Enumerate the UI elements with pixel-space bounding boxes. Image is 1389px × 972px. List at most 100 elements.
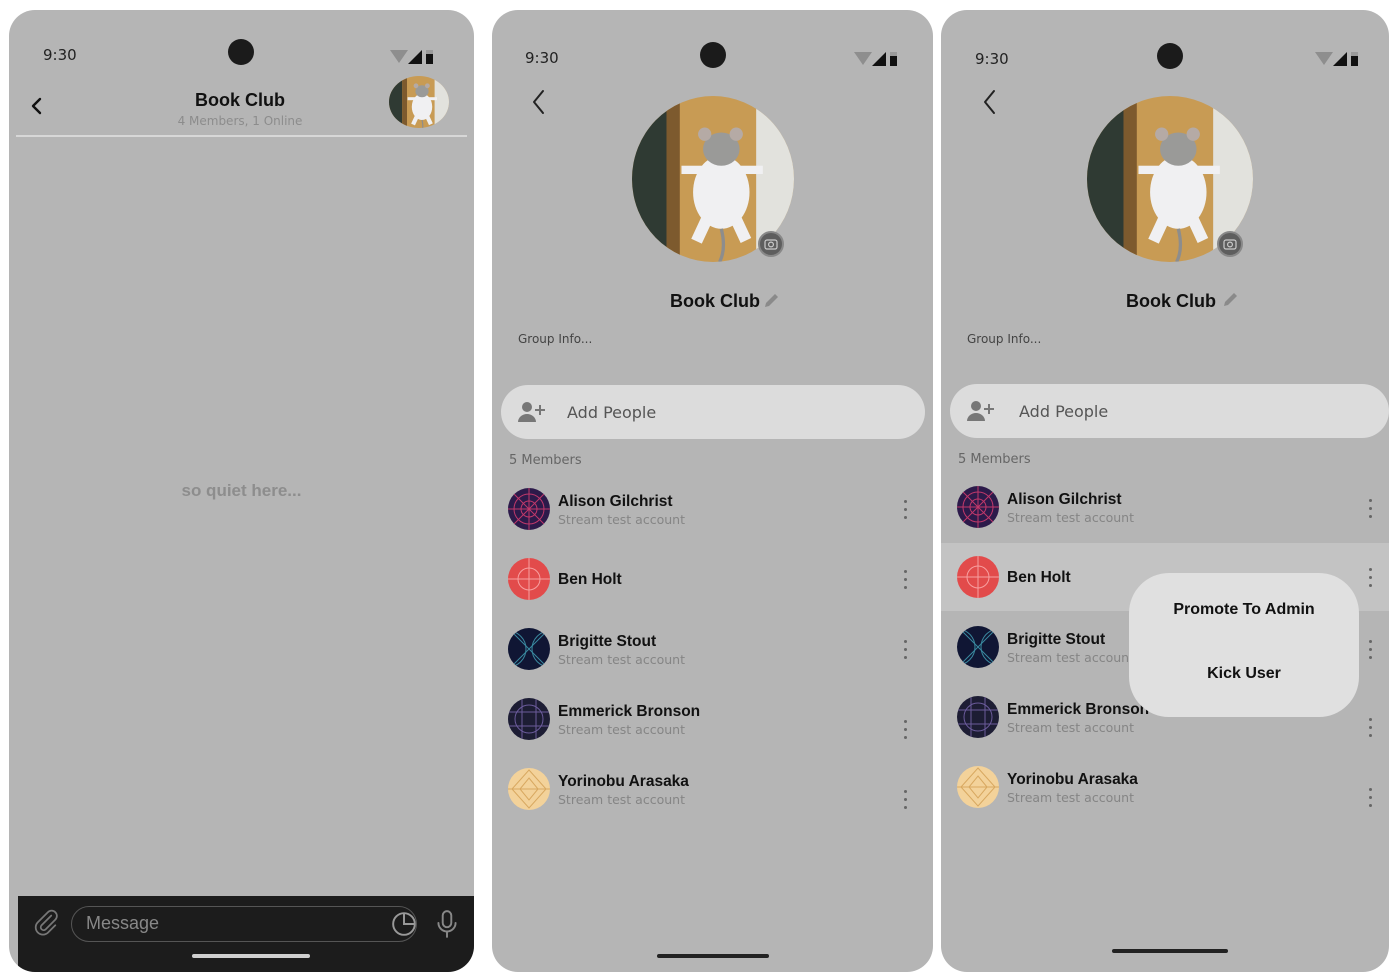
member-avatar <box>957 766 999 808</box>
member-name: Yorinobu Arasaka <box>1007 771 1138 788</box>
member-row[interactable]: Yorinobu Arasaka Stream test account <box>492 755 933 823</box>
signal-icon <box>1333 52 1347 66</box>
member-name: Ben Holt <box>1007 569 1071 586</box>
edit-pencil-icon[interactable] <box>762 292 780 310</box>
microphone-icon[interactable] <box>434 909 460 939</box>
member-subtitle: Stream test account <box>558 792 685 807</box>
wifi-icon <box>854 52 872 65</box>
promote-to-admin-option[interactable]: Promote To Admin <box>1129 601 1359 619</box>
member-name: Alison Gilchrist <box>1007 491 1122 508</box>
group-name: Book Club <box>1126 291 1216 311</box>
member-row[interactable]: Emmerick Bronson Stream test account <box>492 685 933 753</box>
member-name: Emmerick Bronson <box>558 703 701 720</box>
kick-user-option[interactable]: Kick User <box>1129 665 1359 683</box>
back-arrow-icon[interactable] <box>530 88 548 116</box>
member-avatar <box>508 698 550 740</box>
member-avatar <box>508 768 550 810</box>
back-arrow-icon[interactable] <box>981 88 999 116</box>
home-indicator <box>657 954 769 958</box>
member-context-menu: Promote To Admin Kick User <box>1129 573 1359 717</box>
kebab-menu-icon[interactable] <box>1365 718 1377 740</box>
kebab-menu-icon[interactable] <box>900 500 912 522</box>
member-avatar <box>957 556 999 598</box>
member-avatar <box>957 696 999 738</box>
kebab-menu-icon[interactable] <box>900 640 912 662</box>
edit-pencil-icon[interactable] <box>1221 291 1239 309</box>
group-avatar[interactable] <box>389 76 449 128</box>
member-row[interactable]: Brigitte Stout Stream test account <box>492 615 933 683</box>
signal-icon <box>872 52 886 66</box>
kebab-menu-icon[interactable] <box>1365 640 1377 662</box>
signal-icon <box>408 50 422 64</box>
members-count: 5 Members <box>958 452 1031 467</box>
add-person-icon <box>967 401 994 421</box>
member-name: Yorinobu Arasaka <box>558 773 689 790</box>
status-icons <box>854 52 900 66</box>
add-people-button[interactable]: Add People <box>501 385 925 439</box>
member-subtitle: Stream test account <box>558 512 685 527</box>
group-info-text[interactable]: Group Info... <box>518 332 592 346</box>
message-input[interactable]: Message <box>71 906 417 942</box>
message-composer: Message <box>18 896 474 972</box>
status-icons <box>390 50 436 64</box>
chat-subtitle: 4 Members, 1 Online <box>177 114 303 128</box>
member-subtitle: Stream test account <box>558 652 685 667</box>
sticker-icon[interactable] <box>391 911 417 937</box>
battery-icon <box>890 52 897 66</box>
add-people-label: Add People <box>567 403 657 422</box>
camera-icon <box>1223 239 1237 250</box>
member-avatar <box>957 626 999 668</box>
group-name: Book Club <box>670 291 760 311</box>
kebab-menu-icon[interactable] <box>1365 788 1377 810</box>
member-row[interactable]: Ben Holt <box>492 545 933 613</box>
status-time: 9:30 <box>43 46 77 64</box>
member-row[interactable]: Alison Gilchrist Stream test account <box>492 475 933 543</box>
battery-icon <box>1351 52 1358 66</box>
status-time: 9:30 <box>975 50 1009 68</box>
front-camera <box>700 42 726 68</box>
member-subtitle: Stream test account <box>1007 510 1134 525</box>
front-camera <box>1157 43 1183 69</box>
wifi-icon <box>390 50 408 63</box>
member-subtitle: Stream test account <box>558 722 685 737</box>
member-name: Alison Gilchrist <box>558 493 673 510</box>
member-name: Brigitte Stout <box>558 633 657 650</box>
back-arrow-icon[interactable] <box>29 96 45 116</box>
member-avatar <box>957 486 999 528</box>
member-avatar <box>508 628 550 670</box>
member-subtitle: Stream test account <box>1007 720 1134 735</box>
status-icons <box>1315 52 1361 66</box>
add-people-label: Add People <box>1019 402 1109 421</box>
battery-icon <box>426 50 433 64</box>
member-subtitle: Stream test account <box>1007 790 1134 805</box>
header-divider <box>16 135 467 137</box>
add-people-button[interactable]: Add People <box>950 384 1389 438</box>
member-row[interactable]: Alison Gilchrist Stream test account <box>941 473 1389 541</box>
kebab-menu-icon[interactable] <box>900 790 912 812</box>
add-person-icon <box>518 402 545 422</box>
status-time: 9:30 <box>525 49 559 67</box>
member-name: Emmerick Bronson <box>1007 701 1150 718</box>
wifi-icon <box>1315 52 1333 65</box>
change-photo-button[interactable] <box>758 231 784 257</box>
change-photo-button[interactable] <box>1217 231 1243 257</box>
member-name: Ben Holt <box>558 571 622 588</box>
member-avatar <box>508 558 550 600</box>
home-indicator <box>192 954 310 958</box>
attachment-icon[interactable] <box>32 908 60 936</box>
front-camera <box>228 39 254 65</box>
kebab-menu-icon[interactable] <box>900 570 912 592</box>
group-info-screen: 9:30 Book Club Group Info... Add People … <box>492 10 933 972</box>
member-name: Brigitte Stout <box>1007 631 1106 648</box>
member-row[interactable]: Yorinobu Arasaka Stream test account <box>941 753 1389 821</box>
home-indicator <box>1112 949 1228 953</box>
camera-icon <box>764 239 778 250</box>
member-avatar <box>508 488 550 530</box>
group-info-menu-screen: 9:30 Book Club Group Info... Add People … <box>941 10 1389 972</box>
chat-screen: 9:30 Book Club 4 Members, 1 Online so qu… <box>9 10 474 972</box>
chat-title: Book Club <box>195 90 285 110</box>
group-info-text[interactable]: Group Info... <box>967 332 1041 346</box>
kebab-menu-icon[interactable] <box>1365 499 1377 521</box>
kebab-menu-icon[interactable] <box>900 720 912 742</box>
kebab-menu-icon[interactable] <box>1365 568 1377 590</box>
